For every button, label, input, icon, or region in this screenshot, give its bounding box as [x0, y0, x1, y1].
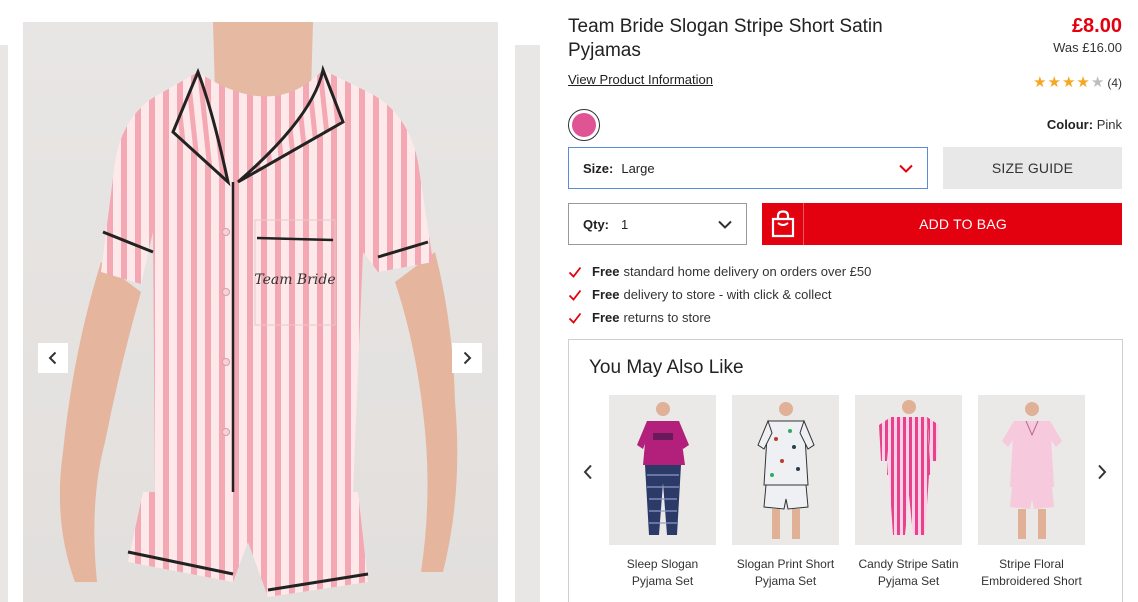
- recommendations-carousel: Sleep Slogan Pyjama Set Slogan Print Sho…: [609, 395, 1085, 590]
- recommendations-title: You May Also Like: [589, 357, 744, 378]
- recommendation-image: [609, 395, 716, 545]
- benefit-text: delivery to store - with click & collect: [623, 287, 832, 302]
- size-guide-button[interactable]: SIZE GUIDE: [943, 147, 1122, 189]
- size-select[interactable]: Size: Large: [568, 147, 928, 189]
- colour-label: Colour: Pink: [1047, 117, 1122, 132]
- next-image-peek: [515, 45, 540, 602]
- swatch-fill: [572, 113, 596, 137]
- main-product-image[interactable]: Team Bride: [23, 22, 498, 602]
- colour-swatch-pink[interactable]: [568, 109, 600, 141]
- recommendations-next-button[interactable]: [1094, 462, 1110, 482]
- review-count: (4): [1107, 75, 1122, 90]
- recommendation-card[interactable]: Slogan Print Short Pyjama Set: [732, 395, 839, 590]
- you-may-also-like-panel: You May Also Like Sleep Slogan Pyjama Se…: [568, 339, 1123, 602]
- recommendation-name: Slogan Print Short Pyjama Set: [736, 557, 835, 588]
- add-to-bag-label: ADD TO BAG: [919, 216, 1007, 232]
- product-image-gallery: Team Bride: [0, 0, 540, 602]
- benefit-bold: Free: [592, 310, 620, 325]
- star-icon: ★: [1076, 74, 1090, 91]
- star-empty-icon: ★: [1090, 74, 1105, 91]
- recommendation-card[interactable]: Candy Stripe Satin Pyjama Set: [855, 395, 962, 590]
- gallery-next-button[interactable]: [452, 343, 482, 373]
- benefit-text: returns to store: [623, 310, 711, 325]
- recommendation-name: Candy Stripe Satin Pyjama Set: [858, 557, 959, 588]
- chevron-down-icon: [718, 220, 732, 229]
- star-icon: ★: [1061, 74, 1076, 91]
- chevron-left-icon: [583, 464, 592, 480]
- pocket-embroidery: Team Bride: [254, 272, 335, 288]
- benefit-bold: Free: [592, 264, 620, 279]
- benefit-bold: Free: [592, 287, 620, 302]
- check-icon: [568, 312, 582, 324]
- size-label: Size:: [583, 160, 614, 176]
- shopping-bag-icon: [762, 203, 804, 245]
- chevron-left-icon: [48, 351, 57, 365]
- previous-image-peek: [0, 45, 8, 602]
- recommendations-prev-button[interactable]: [580, 462, 596, 482]
- recommendation-card[interactable]: Sleep Slogan Pyjama Set: [609, 395, 716, 590]
- recommendation-image: [855, 395, 962, 545]
- recommendation-image: [732, 395, 839, 545]
- add-to-bag-button[interactable]: ADD TO BAG: [762, 203, 1122, 245]
- benefit-item: Free delivery to store - with click & co…: [568, 283, 871, 306]
- chevron-down-icon: [899, 164, 913, 173]
- star-icon: ★: [1033, 74, 1047, 91]
- qty-label: Qty:: [583, 216, 609, 232]
- was-price: Was £16.00: [1053, 40, 1122, 55]
- quantity-select[interactable]: Qty: 1: [568, 203, 747, 245]
- delivery-benefits-list: Free standard home delivery on orders ov…: [568, 260, 871, 329]
- recommendation-card[interactable]: Stripe Floral Embroidered Short: [978, 395, 1085, 590]
- colour-label-text: Colour:: [1046, 117, 1094, 132]
- recommendation-name: Stripe Floral Embroidered Short: [981, 557, 1082, 588]
- product-rating[interactable]: ★ ★ ★ ★ ★ (4): [1033, 75, 1122, 90]
- recommendation-name: Sleep Slogan Pyjama Set: [626, 557, 699, 588]
- benefit-text: standard home delivery on orders over £5…: [623, 264, 872, 279]
- benefit-item: Free returns to store: [568, 306, 871, 329]
- size-value: Large: [621, 160, 655, 176]
- chevron-right-icon: [463, 351, 472, 365]
- chevron-right-icon: [1098, 464, 1107, 480]
- star-icon: ★: [1047, 74, 1061, 91]
- view-product-information-link[interactable]: View Product Information: [568, 72, 713, 87]
- benefit-item: Free standard home delivery on orders ov…: [568, 260, 871, 283]
- qty-value: 1: [621, 216, 629, 232]
- recommendation-image: [978, 395, 1085, 545]
- product-title: Team Bride Slogan Stripe Short Satin Pyj…: [568, 16, 883, 61]
- colour-value: Pink: [1096, 117, 1122, 132]
- check-icon: [568, 289, 582, 301]
- check-icon: [568, 266, 582, 278]
- gallery-prev-button[interactable]: [38, 343, 68, 373]
- current-price: £8.00: [1071, 15, 1122, 37]
